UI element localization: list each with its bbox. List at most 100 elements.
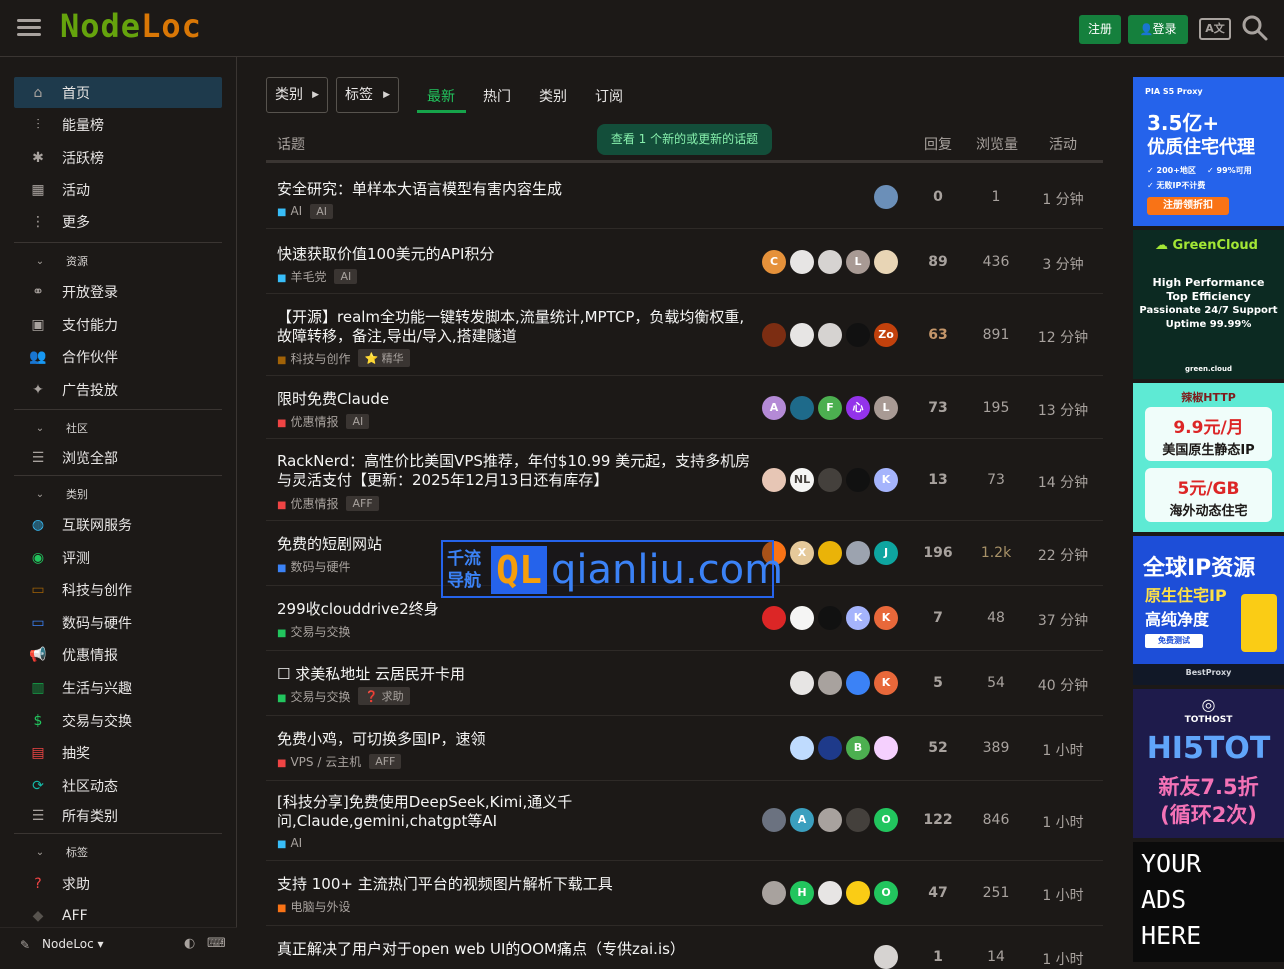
tab-hot[interactable]: 热门 <box>483 86 511 106</box>
topic-category[interactable]: ■ 优惠情报 <box>277 495 338 512</box>
avatar[interactable] <box>818 468 842 492</box>
topic-title[interactable]: RackNerd：高性价比美国VPS推荐，年付$10.99 美元起，支持多机房与… <box>277 452 757 490</box>
topic-tag[interactable]: AI <box>346 413 370 429</box>
sidebar-item-sparkle[interactable]: ✦ 广告投放 <box>14 374 222 405</box>
column-header-topic[interactable]: 话题 <box>277 134 305 154</box>
avatar[interactable]: X <box>790 541 814 565</box>
sidebar-item-refresh[interactable]: ⟳ 社区动态 <box>14 770 222 801</box>
reply-count[interactable]: 13 <box>908 472 968 488</box>
column-header-activity[interactable]: 活动 <box>1049 134 1077 154</box>
avatar[interactable] <box>818 541 842 565</box>
avatar[interactable] <box>762 323 786 347</box>
avatar[interactable] <box>790 736 814 760</box>
topic-category[interactable]: ■ 优惠情报 <box>277 413 338 430</box>
login-button[interactable]: 👤登录 <box>1128 15 1188 44</box>
avatar[interactable] <box>846 808 870 832</box>
avatar[interactable] <box>846 881 870 905</box>
avatar[interactable]: 心 <box>846 396 870 420</box>
avatar[interactable]: C <box>762 250 786 274</box>
topic-category[interactable]: ■ VPS / 云主机 <box>277 753 361 770</box>
topic-tag[interactable]: ⭐ 精华 <box>358 349 410 367</box>
reply-count[interactable]: 7 <box>908 610 968 626</box>
activity-time[interactable]: 13 分钟 <box>1033 400 1093 420</box>
avatar[interactable]: NL <box>790 468 814 492</box>
theme-toggle-icon[interactable]: ◐ <box>184 936 195 951</box>
ad-banner-greencloud[interactable]: ☁ GreenCloud High Performance Top Effici… <box>1133 230 1284 379</box>
sidebar-item-dollar[interactable]: $ 交易与交换 <box>14 705 222 736</box>
section-categories[interactable]: ⌄ 类别 <box>14 483 222 505</box>
avatar[interactable] <box>874 250 898 274</box>
reply-count[interactable]: 73 <box>908 400 968 416</box>
topic-title[interactable]: 限时免费Claude <box>277 390 757 409</box>
search-icon[interactable] <box>1241 14 1269 42</box>
avatar[interactable] <box>762 881 786 905</box>
topic-title[interactable]: 299收clouddrive2终身 <box>277 600 757 619</box>
new-topics-banner[interactable]: 查看 1 个新的或更新的话题 <box>597 124 772 155</box>
avatar[interactable]: F <box>818 396 842 420</box>
topic-tag[interactable]: AI <box>334 268 358 284</box>
reply-count[interactable]: 63 <box>908 327 968 343</box>
topic-category[interactable]: ■ AI <box>277 836 302 850</box>
tag-dropdown[interactable]: 标签 ▶ <box>336 77 399 113</box>
avatar[interactable] <box>846 671 870 695</box>
avatar[interactable] <box>790 671 814 695</box>
register-button[interactable]: 注册 <box>1079 15 1121 44</box>
topic-title[interactable]: [科技分享]免费使用DeepSeek,Kimi,通义千问,Claude,gemi… <box>277 793 757 831</box>
site-switcher[interactable]: NodeLoc ▾ <box>42 937 104 951</box>
avatar[interactable]: L <box>846 250 870 274</box>
avatar[interactable] <box>846 323 870 347</box>
activity-time[interactable]: 1 小时 <box>1033 949 1093 969</box>
avatar[interactable] <box>762 808 786 832</box>
ad-banner-lajiao-http[interactable]: 辣椒HTTP 9.9元/月 美国原生静态IP 5元/GB 海外动态住宅 <box>1133 383 1284 532</box>
topic-tag[interactable]: AFF <box>346 495 379 511</box>
sidebar-item-bar-chart[interactable]: ⫶ 能量榜 <box>14 109 222 140</box>
avatar[interactable]: B <box>846 736 870 760</box>
sidebar-item-list[interactable]: ☰ 浏览全部 <box>14 442 222 473</box>
tab-latest[interactable]: 最新 <box>427 86 455 106</box>
avatar[interactable]: A <box>762 396 786 420</box>
avatar[interactable] <box>818 250 842 274</box>
topic-category[interactable]: ■ 数码与硬件 <box>277 558 350 575</box>
avatar[interactable] <box>762 606 786 630</box>
sidebar-item-question[interactable]: ? 求助 <box>14 868 222 899</box>
sidebar-item-users[interactable]: 👥 合作伙伴 <box>14 341 222 372</box>
avatar[interactable]: K <box>874 606 898 630</box>
ad-placeholder[interactable]: YOUR ADS HERE <box>1133 842 1284 962</box>
avatar[interactable] <box>846 541 870 565</box>
avatar[interactable]: A <box>790 808 814 832</box>
column-header-replies[interactable]: 回复 <box>924 134 952 154</box>
topic-category[interactable]: ■ 羊毛党 <box>277 268 326 285</box>
avatar[interactable] <box>790 606 814 630</box>
avatar[interactable] <box>818 808 842 832</box>
ad-banner-pia-proxy[interactable]: PIA S5 Proxy 3.5亿+ 优质住宅代理 ✓ 200+地区 ✓ 99%… <box>1133 77 1284 226</box>
avatar[interactable] <box>762 468 786 492</box>
topic-tag[interactable]: AI <box>310 203 333 219</box>
activity-time[interactable]: 1 小时 <box>1033 740 1093 760</box>
sidebar-item-megaphone[interactable]: 📢 优惠情报 <box>14 639 222 670</box>
section-community[interactable]: ⌄ 社区 <box>14 417 222 439</box>
activity-time[interactable]: 3 分钟 <box>1033 254 1093 274</box>
avatar[interactable]: O <box>874 808 898 832</box>
avatar[interactable] <box>846 468 870 492</box>
avatar[interactable] <box>818 671 842 695</box>
activity-time[interactable]: 1 小时 <box>1033 812 1093 832</box>
hamburger-menu-icon[interactable] <box>17 16 41 40</box>
avatar[interactable]: K <box>874 671 898 695</box>
reply-count[interactable]: 47 <box>908 885 968 901</box>
site-logo[interactable]: NodeLoc <box>60 7 202 45</box>
column-header-views[interactable]: 浏览量 <box>976 134 1018 154</box>
topic-tag[interactable]: AFF <box>369 753 402 769</box>
topic-title[interactable]: 快速获取价值100美元的API积分 <box>277 245 757 264</box>
reply-count[interactable]: 196 <box>908 545 968 561</box>
sidebar-item-calendar[interactable]: ▦ 活动 <box>14 174 222 205</box>
avatar[interactable]: H <box>790 881 814 905</box>
sidebar-item-link[interactable]: ⚭ 开放登录 <box>14 276 222 307</box>
keyboard-icon[interactable]: ⌨ <box>207 936 226 951</box>
avatar[interactable]: Zo <box>874 323 898 347</box>
sidebar-item-home[interactable]: ⌂ 首页 <box>14 77 222 108</box>
topic-category[interactable]: ■ 交易与交换 <box>277 688 350 705</box>
activity-time[interactable]: 14 分钟 <box>1033 472 1093 492</box>
avatar[interactable] <box>818 323 842 347</box>
avatar[interactable] <box>818 606 842 630</box>
section-resources[interactable]: ⌄ 资源 <box>14 250 222 272</box>
